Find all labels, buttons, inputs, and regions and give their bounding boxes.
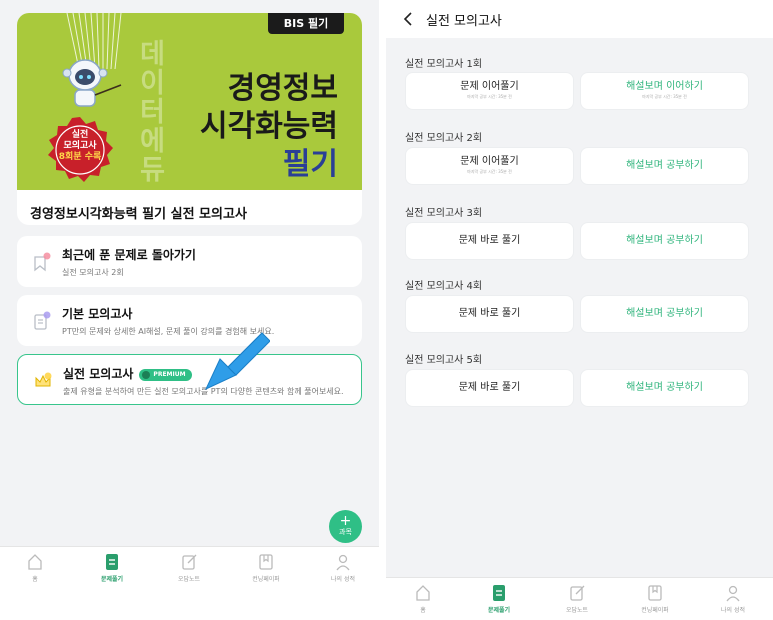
tab-label: 나의 성적	[331, 576, 355, 583]
tab-wrong-notes[interactable]: 오답노트	[159, 553, 219, 583]
tab-quiz[interactable]: 문제풀기	[469, 584, 529, 614]
home-icon	[416, 585, 430, 601]
button-label: 해설보며 공부하기	[626, 382, 703, 393]
book-cover: 데이터에듀 실전 모의고사 8회분 수록 BIS 필기 경영정보 시각화능력 필…	[17, 13, 362, 190]
card-title-text: 실전 모의고사	[63, 367, 134, 381]
start-solving-button[interactable]: 문제 바로 풀기	[405, 295, 574, 333]
note-icon	[182, 554, 197, 570]
study-with-solutions-button[interactable]: 해설보며 공부하기	[580, 222, 749, 260]
add-subject-button[interactable]: + 과목	[329, 510, 362, 543]
tab-home[interactable]: 홈	[5, 553, 65, 583]
home-icon	[28, 554, 42, 570]
button-label: 문제 이어풀기	[460, 81, 519, 92]
button-label: 문제 바로 풀기	[458, 308, 521, 319]
recent-problem-card[interactable]: 최근에 푼 문제로 돌아가기 실전 모의고사 2회	[17, 236, 362, 287]
card-title: 기본 모의고사	[62, 307, 133, 321]
tab-cheatsheet[interactable]: 컨닝페이퍼	[625, 584, 685, 614]
seal-line1: 실전	[71, 130, 89, 140]
seal-text: 실전 모의고사 8회분 수록	[45, 130, 115, 163]
tab-label: 나의 성적	[721, 607, 745, 614]
study-with-solutions-button[interactable]: 해설보며 공부하기	[580, 295, 749, 333]
brand-watermark: 데이터에듀	[134, 39, 165, 184]
tab-my-grades[interactable]: 나의 성적	[313, 553, 373, 583]
button-label: 문제 바로 풀기	[458, 382, 521, 393]
exam-round-label: 실전 모의고사 1회	[405, 59, 483, 70]
quiz-icon	[106, 554, 118, 570]
tab-label: 홈	[420, 607, 426, 614]
button-label: 해설보며 이어하기	[626, 81, 703, 92]
study-with-solutions-button[interactable]: 해설보며 공부하기	[580, 369, 749, 407]
continue-solving-button[interactable]: 문제 이어풀기 마지막 공부 시간: 35분 전	[405, 147, 574, 185]
last-study-time: 마지막 공부 시간: 35분 전	[642, 94, 687, 99]
cheatsheet-icon	[648, 585, 662, 601]
seal-line2: 모의고사	[63, 141, 97, 151]
last-study-time: 마지막 공부 시간: 35분 전	[467, 94, 512, 99]
tab-label: 오답노트	[177, 576, 201, 583]
bottom-tab-bar: 홈 문제풀기 오답노트 컨닝페이퍼 나의 성적	[386, 577, 773, 620]
tab-label: 문제풀기	[100, 576, 124, 583]
tab-cheatsheet[interactable]: 컨닝페이퍼	[236, 553, 296, 583]
button-label: 문제 바로 풀기	[458, 235, 521, 246]
tab-wrong-notes[interactable]: 오답노트	[547, 584, 607, 614]
tab-label: 컨닝페이퍼	[252, 576, 280, 583]
last-study-time: 마지막 공부 시간: 35분 전	[467, 169, 512, 174]
start-solving-button[interactable]: 문제 바로 풀기	[405, 369, 574, 407]
note-icon	[570, 585, 585, 601]
exam-round-label: 실전 모의고사 4회	[405, 281, 483, 292]
profile-icon	[336, 554, 350, 571]
start-solving-button[interactable]: 문제 바로 풀기	[405, 222, 574, 260]
crown-icon	[35, 372, 52, 387]
screenshot-root: 데이터에듀 실전 모의고사 8회분 수록 BIS 필기 경영정보 시각화능력 필…	[0, 0, 773, 620]
fab-plus: +	[339, 513, 352, 529]
button-label: 해설보며 공부하기	[626, 235, 703, 246]
bookmark-icon	[34, 252, 51, 272]
bottom-tab-bar: 홈 문제풀기 오답노트 컨닝페이퍼 나의 성적	[0, 546, 379, 590]
premium-badge: PREMIUM	[139, 369, 192, 381]
continue-solving-button[interactable]: 문제 이어풀기 마지막 공부 시간: 35분 전	[405, 72, 574, 110]
cover-title-line3: 필기	[282, 147, 338, 182]
robot-mascot-icon	[62, 59, 122, 107]
tab-quiz[interactable]: 문제풀기	[82, 553, 142, 583]
back-arrow-icon[interactable]	[402, 11, 414, 27]
continue-with-solutions-button[interactable]: 해설보며 이어하기 마지막 공부 시간: 35분 전	[580, 72, 749, 110]
seal-line3: 8회분 수록	[58, 152, 102, 162]
tab-label: 오답노트	[565, 607, 589, 614]
profile-icon	[726, 585, 740, 602]
fab-label: 과목	[339, 528, 352, 536]
tab-my-grades[interactable]: 나의 성적	[703, 584, 763, 614]
button-label: 해설보며 공부하기	[626, 160, 703, 171]
quiz-icon	[493, 585, 505, 601]
study-with-solutions-button[interactable]: 해설보며 공부하기	[580, 147, 749, 185]
book-title: 경영정보시각화능력 필기 실전 모의고사	[30, 207, 247, 222]
page-title: 실전 모의고사	[426, 14, 502, 29]
card-subtitle: 실전 모의고사 2회	[62, 268, 124, 277]
tab-home[interactable]: 홈	[393, 584, 453, 614]
exam-round-label: 실전 모의고사 5회	[405, 355, 483, 366]
left-screen: 데이터에듀 실전 모의고사 8회분 수록 BIS 필기 경영정보 시각화능력 필…	[0, 0, 379, 590]
pointer-arrow-icon	[204, 332, 270, 391]
cheatsheet-icon	[259, 554, 273, 570]
card-title: 최근에 푼 문제로 돌아가기	[62, 248, 196, 262]
button-label: 해설보며 공부하기	[626, 308, 703, 319]
button-label: 문제 이어풀기	[460, 156, 519, 167]
tab-label: 문제풀기	[487, 607, 511, 614]
card-title: 실전 모의고사 PREMIUM	[63, 365, 192, 382]
basic-mock-exam-card[interactable]: 기본 모의고사 PT만의 문제와 상세한 AI해설, 문제 풀이 강의를 경험해…	[17, 295, 362, 346]
exam-round-label: 실전 모의고사 2회	[405, 133, 483, 144]
practical-mock-exam-card[interactable]: 실전 모의고사 PREMIUM 출제 유형을 분석하여 만든 실전 모의고사를 P…	[17, 354, 362, 405]
tab-label: 홈	[32, 576, 38, 583]
header-bar: 실전 모의고사	[386, 0, 773, 38]
book-tag: BIS 필기	[268, 13, 344, 34]
document-icon	[34, 311, 51, 330]
tab-label: 컨닝페이퍼	[641, 607, 669, 614]
exam-round-label: 실전 모의고사 3회	[405, 208, 483, 219]
book-hero-card[interactable]: 데이터에듀 실전 모의고사 8회분 수록 BIS 필기 경영정보 시각화능력 필…	[17, 13, 362, 225]
right-screen: 실전 모의고사 실전 모의고사 1회 문제 이어풀기 마지막 공부 시간: 35…	[386, 0, 773, 620]
